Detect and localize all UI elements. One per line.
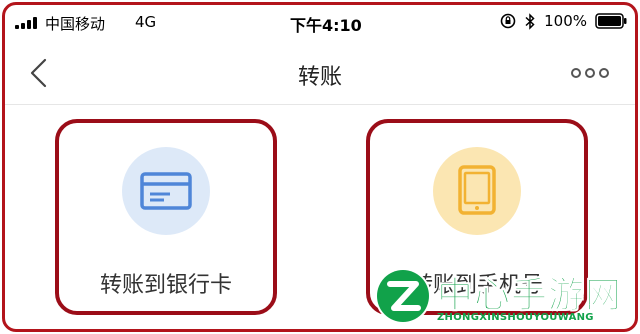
bank-card-icon (140, 172, 192, 210)
tablet-phone-icon (458, 165, 496, 215)
watermark-logo-icon (375, 268, 431, 324)
page-title: 转账 (297, 65, 342, 90)
bluetooth-icon (525, 12, 535, 30)
signal-icon (15, 17, 37, 29)
watermark-name: 中心手游网 (436, 275, 623, 317)
phone-icon-circle (433, 147, 521, 235)
more-dots-icon[interactable] (571, 63, 611, 83)
rotation-lock-icon (500, 13, 516, 29)
status-icons: 100% (500, 12, 627, 30)
watermark: 中心手游网 ZHONGXINSHOUYOUWANG (373, 266, 635, 330)
carrier-label: 中国移动 (45, 15, 106, 33)
battery-icon (595, 13, 627, 29)
network-label: 4G (135, 13, 157, 31)
bank-card-icon-circle (122, 147, 210, 235)
battery-percent: 100% (544, 12, 587, 30)
clock: 下午4:10 (290, 16, 362, 35)
bank-card-label: 转账到银行卡 (99, 273, 232, 298)
watermark-subtitle: ZHONGXINSHOUYOUWANG (437, 312, 594, 323)
nav-bar: 转账 (5, 41, 635, 105)
transfer-to-bank-card-button[interactable]: 转账到银行卡 (55, 119, 277, 315)
status-bar: 中国移动 4G 下午4:10 100% (5, 5, 635, 41)
